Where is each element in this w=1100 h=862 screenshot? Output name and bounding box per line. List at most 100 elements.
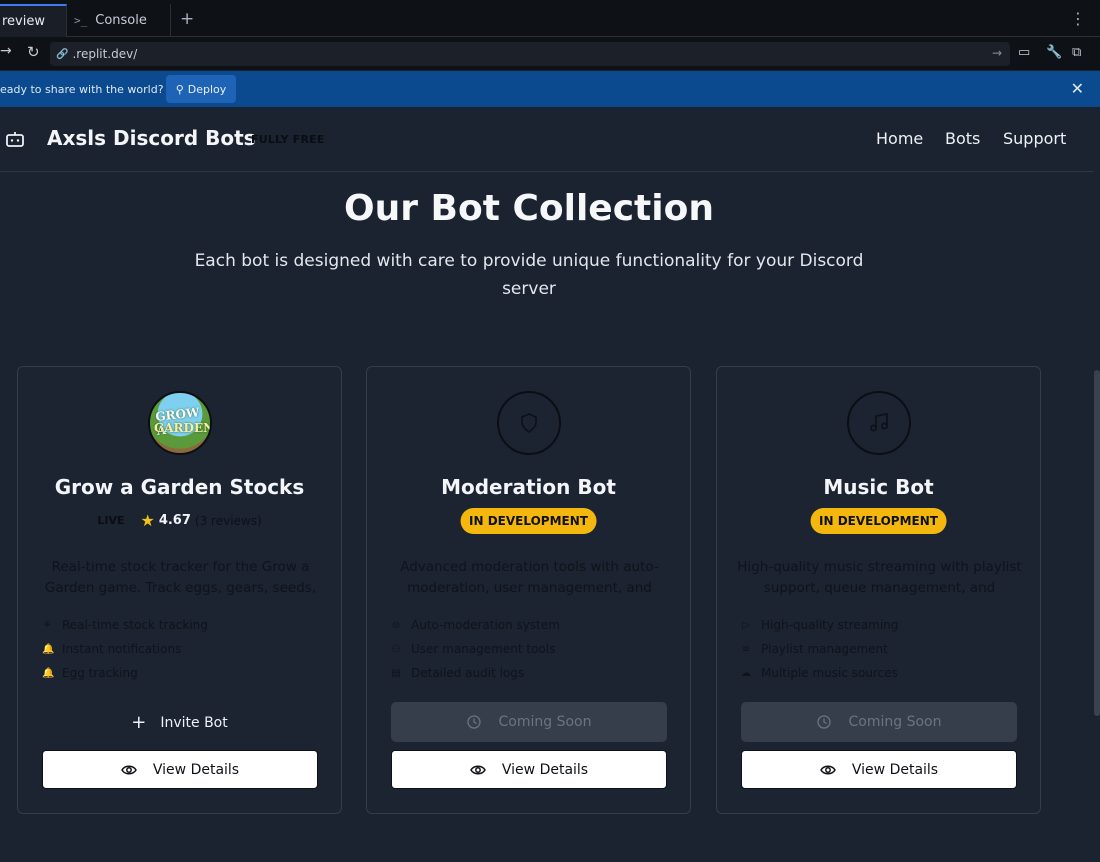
- bot-name: Grow a Garden Stocks: [54, 475, 305, 499]
- nav-support[interactable]: Support: [1003, 129, 1066, 148]
- users-icon: ⚇: [391, 643, 401, 655]
- external-link-icon[interactable]: ⧉: [1072, 45, 1081, 60]
- cloud-icon: ☁: [741, 667, 751, 679]
- terminal-icon: >_: [74, 14, 88, 27]
- list-item: ⚇ User management tools: [391, 637, 560, 661]
- go-arrow-icon[interactable]: →: [992, 46, 1002, 60]
- clock-icon: [466, 715, 481, 729]
- eye-icon: [121, 765, 137, 774]
- deploy-button-label: Deploy: [187, 82, 227, 96]
- section-subtitle: Each bot is designed with care to provid…: [194, 251, 864, 299]
- bot-card-grow-a-garden: GROW A GARDEN Grow a Garden Stocks LIVE …: [17, 366, 342, 814]
- tab-label: Console: [95, 13, 147, 28]
- clipboard-icon: ▤: [391, 667, 401, 679]
- more-options-icon[interactable]: ⋮: [1070, 9, 1086, 29]
- list-item: 🔔 Egg tracking: [42, 661, 208, 685]
- play-icon: ▷: [742, 619, 750, 631]
- feature-label: Auto-moderation system: [411, 618, 560, 632]
- tab-label: review: [2, 14, 45, 29]
- details-label: View Details: [501, 761, 589, 778]
- bot-name: Moderation Bot: [441, 475, 616, 499]
- forward-arrow-icon[interactable]: →: [0, 43, 12, 59]
- status-badge: IN DEVELOPMENT: [460, 508, 597, 534]
- bot-card-music: Music Bot IN DEVELOPMENT High-quality mu…: [716, 366, 1041, 814]
- close-icon[interactable]: ✕: [1071, 79, 1084, 98]
- brand-badge: FULLY FREE: [251, 133, 325, 146]
- page-scrollbar[interactable]: [1094, 107, 1100, 862]
- feature-list: ▷ High-quality streaming ≡ Playlist manage…: [741, 613, 898, 685]
- list-item: ▤ Detailed audit logs: [391, 661, 560, 685]
- invite-bot-button[interactable]: + Invite Bot: [18, 712, 341, 733]
- list-item: ⚘ Real-time stock tracking: [42, 613, 208, 637]
- rocket-icon: ⚲: [175, 82, 184, 96]
- list-item: ▷ High-quality streaming: [741, 613, 898, 637]
- review-count: (3 reviews): [194, 513, 262, 528]
- details-label: View Details: [851, 761, 939, 778]
- view-details-button[interactable]: View Details: [741, 750, 1017, 789]
- plus-icon: +: [131, 712, 147, 733]
- feature-label: Real-time stock tracking: [62, 618, 208, 632]
- avatar-text: GARDEN: [154, 421, 212, 435]
- status-badge: IN DEVELOPMENT: [810, 508, 947, 534]
- list-item: ⊘ Auto-moderation system: [391, 613, 560, 637]
- coming-soon-label: Coming Soon: [848, 714, 942, 730]
- bot-avatar: [497, 391, 561, 455]
- view-details-button[interactable]: View Details: [391, 750, 667, 789]
- music-icon: [870, 413, 888, 432]
- coming-soon-label: Coming Soon: [498, 714, 592, 730]
- feature-label: Instant notifications: [62, 642, 182, 656]
- status-badge: LIVE: [97, 514, 125, 527]
- clock-icon: [816, 715, 831, 729]
- coming-soon-button: Coming Soon: [391, 702, 667, 742]
- feature-list: ⚘ Real-time stock tracking 🔔 Instant notif…: [42, 613, 208, 685]
- eye-icon: [470, 765, 486, 774]
- bot-description: High-quality music streaming with playli…: [737, 559, 1022, 596]
- list-item: 🔔 Instant notifications: [42, 637, 208, 661]
- url-bar: → ↻ 🔗 .replit.dev/ → ▭ 🔧 ⧉: [0, 37, 1100, 70]
- feature-label: User management tools: [411, 642, 556, 656]
- bot-description: Real-time stock tracker for the Grow a G…: [44, 559, 317, 596]
- deploy-banner: eady to share with the world? ⚲ Deploy ✕: [0, 71, 1100, 107]
- brand-name[interactable]: Axsls Discord Bots: [47, 126, 256, 150]
- tab-preview[interactable]: review: [0, 4, 67, 37]
- browser-tab-bar: review >_ Console + ⋮: [0, 0, 1100, 37]
- tab-console[interactable]: >_ Console: [68, 4, 171, 37]
- scrollbar-thumb[interactable]: [1094, 370, 1100, 716]
- invite-label: Invite Bot: [160, 714, 228, 731]
- bot-name: Music Bot: [823, 475, 934, 499]
- feature-label: Detailed audit logs: [411, 666, 525, 680]
- bell-icon: 🔔: [42, 667, 55, 679]
- devices-icon[interactable]: ▭: [1018, 45, 1030, 60]
- coming-soon-button: Coming Soon: [741, 702, 1017, 742]
- bot-card-moderation: Moderation Bot IN DEVELOPMENT Advanced m…: [366, 366, 691, 814]
- new-tab-icon[interactable]: +: [180, 9, 194, 29]
- view-details-button[interactable]: View Details: [42, 750, 318, 789]
- feature-list: ⊘ Auto-moderation system ⚇ User management…: [391, 613, 560, 685]
- section-title: Our Bot Collection: [344, 188, 714, 229]
- url-text: .replit.dev/: [72, 47, 138, 61]
- bell-icon: 🔔: [42, 643, 55, 655]
- nav-home[interactable]: Home: [876, 129, 923, 148]
- deploy-banner-text: eady to share with the world?: [0, 83, 164, 96]
- list-item: ☁ Multiple music sources: [741, 661, 898, 685]
- ban-icon: ⊘: [391, 619, 401, 631]
- link-icon: 🔗: [56, 48, 69, 60]
- deploy-button[interactable]: ⚲ Deploy: [166, 75, 236, 103]
- list-item: ≡ Playlist management: [741, 637, 898, 661]
- address-field[interactable]: 🔗 .replit.dev/ →: [50, 42, 1010, 66]
- site-header: Axsls Discord Bots FULLY FREE Home Bots …: [0, 107, 1094, 172]
- status-row: LIVE ★ 4.67 (3 reviews): [18, 511, 341, 530]
- feature-label: High-quality streaming: [761, 618, 899, 632]
- star-icon: ★: [140, 511, 155, 530]
- bot-description: Advanced moderation tools with auto-mode…: [400, 559, 659, 596]
- shield-icon: [521, 413, 537, 433]
- reload-icon[interactable]: ↻: [27, 43, 40, 61]
- list-icon: ≡: [741, 643, 751, 655]
- bot-avatar: GROW A GARDEN: [148, 391, 212, 455]
- wrench-icon[interactable]: 🔧: [1046, 45, 1062, 60]
- feature-label: Multiple music sources: [761, 666, 898, 680]
- eye-icon: [820, 765, 836, 774]
- sprout-icon: ⚘: [42, 619, 52, 631]
- details-label: View Details: [152, 761, 240, 778]
- nav-bots[interactable]: Bots: [945, 129, 980, 148]
